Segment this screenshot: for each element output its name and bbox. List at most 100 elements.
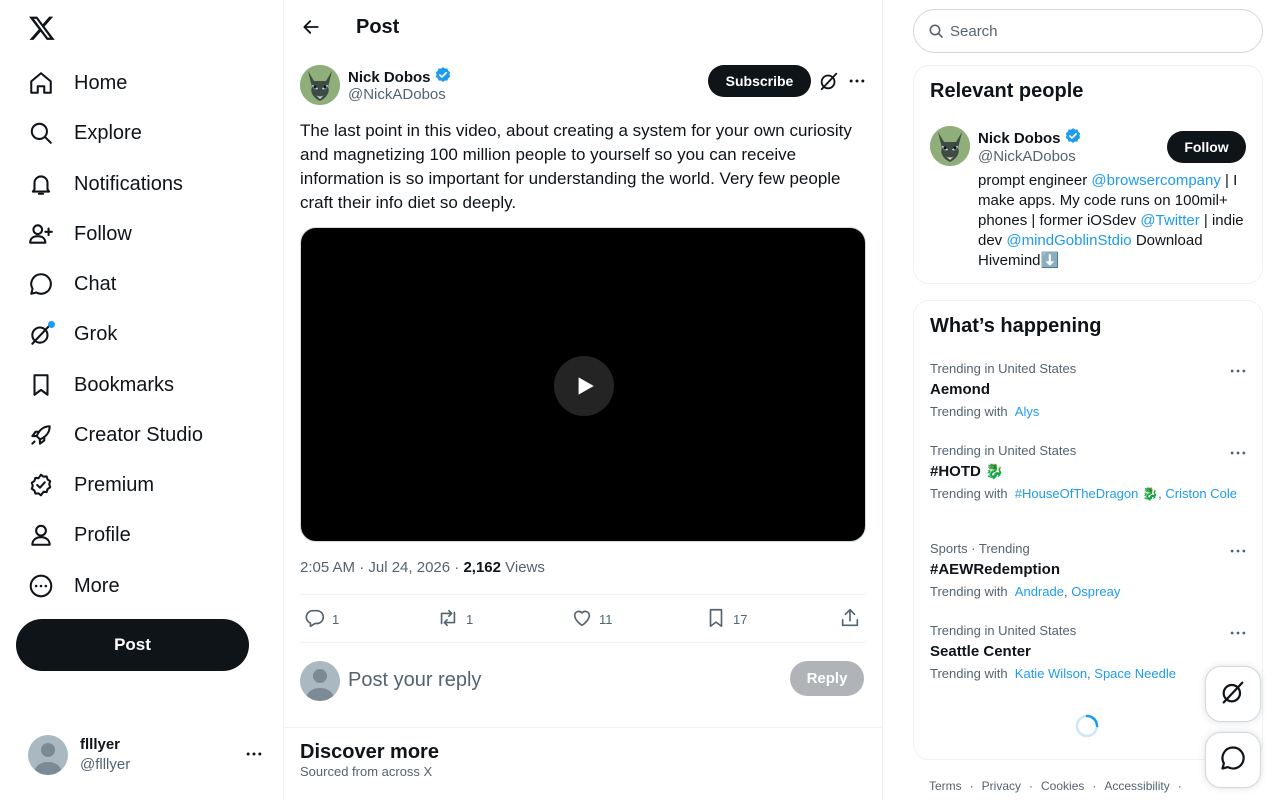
- relevant-avatar[interactable]: [930, 126, 970, 166]
- more-circle-icon: [26, 571, 56, 601]
- nav-notifications-label: Notifications: [74, 173, 183, 195]
- rocket-icon: [26, 420, 56, 450]
- home-icon: [26, 68, 56, 98]
- trend-with-label: Trending with: [930, 584, 1008, 599]
- footer-links: Terms · Privacy · Cookies · Accessibilit…: [929, 779, 1190, 793]
- nav-more[interactable]: More: [26, 564, 120, 608]
- author-avatar[interactable]: [300, 65, 340, 105]
- messages-floating-button[interactable]: [1205, 732, 1261, 788]
- more-horizontal-icon[interactable]: [1228, 623, 1248, 648]
- x-logo-icon[interactable]: [28, 14, 56, 42]
- subscribe-button[interactable]: Subscribe: [708, 65, 811, 97]
- views-count: 2,162: [463, 559, 501, 576]
- post-actions-bar: 1 1 11 17: [300, 594, 866, 643]
- nav-creator-studio[interactable]: Creator Studio: [26, 413, 203, 457]
- loading-spinner-icon: [1074, 713, 1100, 739]
- bio-mention-link[interactable]: @Twitter: [1140, 212, 1199, 229]
- trend-link[interactable]: Andrade: [1015, 584, 1064, 599]
- post-text: The last point in this video, about crea…: [300, 121, 852, 212]
- trend-item[interactable]: Trending in United States Seattle Center…: [930, 623, 1248, 682]
- share-icon: [839, 607, 861, 632]
- nav-follow[interactable]: Follow: [26, 212, 132, 256]
- footer-link-accessibility[interactable]: Accessibility: [1104, 779, 1169, 793]
- share-action[interactable]: [839, 607, 861, 631]
- nav-home[interactable]: Home: [26, 61, 127, 105]
- bookmark-icon: [26, 370, 56, 400]
- trend-link[interactable]: Alys: [1015, 404, 1040, 419]
- trend-link[interactable]: Katie Wilson: [1015, 666, 1087, 681]
- more-horizontal-icon[interactable]: [244, 744, 264, 769]
- grok-icon[interactable]: [818, 70, 840, 92]
- chat-icon: [26, 269, 56, 299]
- search-input[interactable]: [950, 22, 1250, 40]
- trend-name: #HOTD 🐉: [930, 463, 1004, 480]
- more-horizontal-icon[interactable]: [1228, 541, 1248, 566]
- footer-separator: ·: [969, 779, 974, 793]
- reply-button[interactable]: Reply: [790, 661, 864, 696]
- chat-icon: [1219, 744, 1247, 777]
- trend-item[interactable]: Trending in United States #HOTD 🐉 Trendi…: [930, 443, 1248, 502]
- person-icon: [26, 520, 56, 550]
- reply-action[interactable]: 1: [304, 607, 339, 631]
- trend-with: Trending with #HouseOfTheDragon 🐉, Crist…: [930, 486, 1237, 501]
- nav-grok-label: Grok: [74, 323, 118, 345]
- discover-more-title: Discover more: [300, 741, 439, 763]
- nav-profile[interactable]: Profile: [26, 513, 131, 557]
- trend-context: Trending in United States: [930, 361, 1077, 376]
- relevant-people-title: Relevant people: [930, 80, 1084, 102]
- footer-link-privacy[interactable]: Privacy: [982, 779, 1021, 793]
- grok-notification-dot: [48, 321, 55, 328]
- nav-notifications[interactable]: Notifications: [26, 162, 183, 206]
- footer-link-cookies[interactable]: Cookies: [1041, 779, 1084, 793]
- repost-action[interactable]: 1: [436, 607, 473, 631]
- search-icon: [928, 23, 944, 39]
- whats-happening-title: What’s happening: [930, 315, 1102, 337]
- post-button[interactable]: Post: [16, 619, 249, 671]
- bio-mention-link[interactable]: @browsercompany: [1091, 172, 1220, 189]
- trend-name: Seattle Center: [930, 643, 1031, 660]
- nav-explore[interactable]: Explore: [26, 111, 142, 155]
- grok-floating-button[interactable]: [1205, 666, 1261, 722]
- account-switcher[interactable]: flllyer @flllyer: [28, 730, 270, 780]
- grok-icon: [26, 319, 56, 349]
- video-player[interactable]: [300, 227, 866, 542]
- more-horizontal-icon[interactable]: [1228, 361, 1248, 386]
- nav-bookmarks[interactable]: Bookmarks: [26, 363, 174, 407]
- search-icon: [26, 118, 56, 148]
- trend-link[interactable]: Ospreay: [1071, 584, 1120, 599]
- more-horizontal-icon[interactable]: [846, 70, 868, 92]
- reply-count: 1: [332, 611, 340, 627]
- more-horizontal-icon[interactable]: [1228, 443, 1248, 468]
- trend-item[interactable]: Sports · Trending #AEWRedemption Trendin…: [930, 541, 1248, 600]
- footer-link-terms[interactable]: Terms: [929, 779, 962, 793]
- trend-link[interactable]: Criston Cole: [1165, 486, 1237, 501]
- like-action[interactable]: 11: [571, 607, 613, 631]
- trend-with-label: Trending with: [930, 666, 1008, 681]
- search-box[interactable]: [913, 9, 1263, 53]
- trend-with-label: Trending with: [930, 404, 1008, 419]
- trend-with: Trending with Andrade, Ospreay: [930, 584, 1121, 599]
- play-icon[interactable]: [554, 356, 614, 416]
- bookmark-action[interactable]: 17: [705, 607, 747, 631]
- post-time[interactable]: 2:05 AM · Jul 24, 2026 ·: [300, 559, 463, 576]
- follow-button[interactable]: Follow: [1167, 131, 1246, 163]
- reply-input[interactable]: [348, 664, 758, 696]
- nav-chat-label: Chat: [74, 273, 117, 295]
- trend-link[interactable]: Space Needle: [1094, 666, 1176, 681]
- bookmark-icon: [705, 607, 727, 632]
- discover-more-subtitle: Sourced from across X: [300, 764, 433, 779]
- trend-context: Trending in United States: [930, 623, 1077, 638]
- nav-chat[interactable]: Chat: [26, 262, 116, 306]
- relevant-name[interactable]: Nick Dobos: [978, 127, 1082, 150]
- trend-with: Trending with Katie Wilson, Space Needle: [930, 666, 1176, 681]
- bio-mention-link[interactable]: @mindGoblinStdio: [1006, 232, 1131, 249]
- author-handle[interactable]: @NickADobos: [348, 86, 446, 104]
- reply-avatar: [300, 661, 340, 701]
- trend-link[interactable]: #HouseOfTheDragon 🐉: [1015, 486, 1158, 501]
- trend-item[interactable]: Trending in United States Aemond Trendin…: [930, 361, 1248, 420]
- back-arrow-icon[interactable]: [296, 12, 326, 42]
- trend-context: Sports · Trending: [930, 541, 1030, 556]
- nav-grok[interactable]: Grok: [26, 312, 117, 356]
- nav-premium[interactable]: Premium: [26, 463, 154, 507]
- bookmark-count: 17: [733, 611, 748, 627]
